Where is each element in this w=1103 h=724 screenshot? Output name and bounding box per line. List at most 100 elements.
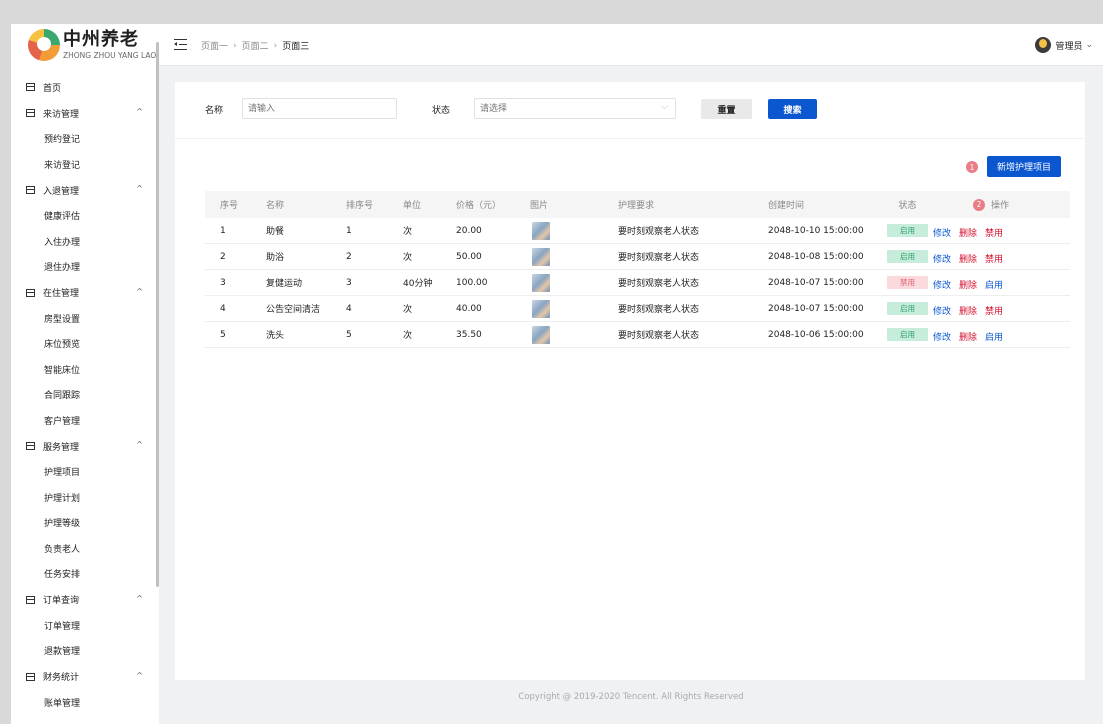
- sidebar-subitem[interactable]: 健康评估: [11, 203, 159, 229]
- delete-link[interactable]: 删除: [959, 330, 977, 343]
- sidebar-item-section-3[interactable]: 在住管理 ^: [11, 280, 159, 306]
- logo-mark-icon: [28, 29, 60, 61]
- delete-link[interactable]: 删除: [959, 226, 977, 239]
- sidebar-subitem[interactable]: 来访登记: [11, 152, 159, 178]
- edit-link[interactable]: 修改: [933, 304, 951, 317]
- status-filter-select[interactable]: [474, 98, 676, 119]
- toggle-status-link[interactable]: 启用: [985, 278, 1003, 291]
- delete-link[interactable]: 删除: [959, 252, 977, 265]
- cell-order: 4: [346, 303, 352, 314]
- chevron-up-icon[interactable]: ^: [136, 440, 143, 449]
- cell-req: 要时刻观察老人状态: [618, 331, 700, 341]
- sidebar-item-section-0[interactable]: 首页: [11, 74, 159, 100]
- cell-status: 启用: [887, 322, 928, 347]
- care-item-photo[interactable]: [532, 299, 550, 318]
- brand-subtitle: ZHONG ZHOU YANG LAO: [63, 51, 157, 60]
- cell-req: 要时刻观察老人状态: [618, 305, 700, 315]
- column-header: 价格（元）: [456, 201, 502, 211]
- add-care-item-button[interactable]: 新增护理项目: [987, 156, 1061, 177]
- sidebar-subitem[interactable]: 合同跟踪: [11, 382, 159, 408]
- cell-actions: 修改 删除 禁用: [933, 296, 1011, 321]
- edit-link[interactable]: 修改: [933, 330, 951, 343]
- cell-unit: 次: [403, 253, 413, 263]
- sidebar-subitem[interactable]: 护理计划: [11, 485, 159, 511]
- step-badge-2: 2: [973, 198, 985, 211]
- sidebar-subitem[interactable]: 护理项目: [11, 459, 159, 485]
- cell-price: 50.00: [456, 251, 482, 262]
- sidebar-subitem[interactable]: 负责老人: [11, 536, 159, 562]
- sidebar-subitem[interactable]: 预约登记: [11, 126, 159, 152]
- cell-price: 100.00: [456, 277, 488, 288]
- cell-no: 4: [220, 303, 226, 314]
- sidebar: 中州养老 ZHONG ZHOU YANG LAO 首页来访管理 ^ 预约登记 来访登记…: [11, 24, 159, 724]
- care-item-photo[interactable]: [532, 221, 550, 240]
- cell-name: 洗头: [266, 331, 285, 341]
- toggle-status-link[interactable]: 禁用: [985, 252, 1003, 265]
- sidebar-item-section-1[interactable]: 来访管理 ^: [11, 100, 159, 126]
- edit-link[interactable]: 修改: [933, 278, 951, 291]
- sidebar-subitem[interactable]: 护理等级: [11, 510, 159, 536]
- sidebar-subitem[interactable]: 房型设置: [11, 306, 159, 332]
- menu-list-icon: [26, 672, 35, 681]
- toggle-status-link[interactable]: 禁用: [985, 226, 1003, 239]
- brand-logo[interactable]: 中州养老 ZHONG ZHOU YANG LAO: [11, 24, 159, 66]
- breadcrumb-separator-icon: ›: [233, 40, 237, 51]
- sidebar-subitem[interactable]: 订单管理: [11, 613, 159, 639]
- content-card: 名称 状态 ⌵ 重置 搜索 1 新增护理项目 序号名称排序号单位价格（元）图片护…: [175, 82, 1085, 680]
- sidebar-item-section-5[interactable]: 订单查询 ^: [11, 587, 159, 613]
- chevron-up-icon[interactable]: ^: [136, 594, 143, 603]
- cell-image: [532, 244, 550, 269]
- user-menu[interactable]: 管理员 ⌄: [1035, 37, 1093, 53]
- edit-link[interactable]: 修改: [933, 226, 951, 239]
- cell-image: [532, 296, 550, 321]
- column-header: 序号: [220, 201, 239, 211]
- sidebar-subitem[interactable]: 账单管理: [11, 690, 159, 716]
- care-item-photo[interactable]: [532, 325, 550, 344]
- sidebar-item-label: 入退管理: [43, 186, 80, 197]
- chevron-up-icon[interactable]: ^: [136, 287, 143, 296]
- sidebar-subitem[interactable]: 智能床位: [11, 357, 159, 383]
- sidebar-subitem[interactable]: 客户管理: [11, 408, 159, 434]
- chevron-up-icon[interactable]: ^: [136, 184, 143, 193]
- reset-button[interactable]: 重置: [701, 99, 752, 119]
- chevron-up-icon[interactable]: ^: [136, 107, 143, 116]
- care-item-photo[interactable]: [532, 273, 550, 292]
- table-body: 1 助餐 1 次 20.00 要时刻观察老人状态 2048-10-10 15:00:00 启用…: [205, 218, 1070, 348]
- cell-status: 启用: [887, 296, 928, 321]
- sidebar-item-label: 在住管理: [43, 289, 80, 299]
- breadcrumb-item-2[interactable]: 页面二: [242, 39, 269, 52]
- sidebar-subitem[interactable]: 退住办理: [11, 254, 159, 280]
- sidebar-subitem[interactable]: 入住办理: [11, 229, 159, 255]
- menu-list-icon: [26, 595, 35, 604]
- sidebar-subitem[interactable]: 床位预览: [11, 331, 159, 357]
- sidebar-item-label: 来访管理: [43, 109, 80, 120]
- menu-fold-icon[interactable]: [174, 39, 188, 50]
- name-filter-input[interactable]: [242, 98, 397, 119]
- sidebar-item-section-2[interactable]: 入退管理 ^: [11, 177, 159, 203]
- sidebar-scrollbar[interactable]: [156, 42, 159, 587]
- sidebar-item-section-4[interactable]: 服务管理 ^: [11, 433, 159, 459]
- cell-no: 2: [220, 251, 226, 262]
- delete-link[interactable]: 删除: [959, 304, 977, 317]
- cell-req: 要时刻观察老人状态: [618, 279, 700, 289]
- toggle-status-link[interactable]: 启用: [985, 330, 1003, 343]
- delete-link[interactable]: 删除: [959, 278, 977, 291]
- cell-actions: 修改 删除 禁用: [933, 218, 1011, 243]
- cell-image: [532, 270, 550, 295]
- toggle-status-link[interactable]: 禁用: [985, 304, 1003, 317]
- cell-order: 5: [346, 329, 352, 340]
- sidebar-item-label: 首页: [43, 83, 62, 94]
- sidebar-subitem[interactable]: 退款管理: [11, 638, 159, 664]
- sidebar-subitem[interactable]: 任务安排: [11, 561, 159, 587]
- edit-link[interactable]: 修改: [933, 252, 951, 265]
- search-button[interactable]: 搜索: [768, 99, 817, 119]
- table-row: 4 公告空间清洁 4 次 40.00 要时刻观察老人状态 2048-10-07 15:00:…: [205, 296, 1070, 322]
- step-badge-1: 1: [966, 161, 978, 173]
- cell-image: [532, 322, 550, 347]
- care-item-photo[interactable]: [532, 247, 550, 266]
- sidebar-item-section-6[interactable]: 财务统计 ^: [11, 664, 159, 690]
- breadcrumb-item-1[interactable]: 页面一: [201, 39, 228, 52]
- cell-actions: 修改 删除 禁用: [933, 244, 1011, 269]
- table-row: 5 洗头 5 次 35.50 要时刻观察老人状态 2048-10-06 15:00:00 启用…: [205, 322, 1070, 348]
- chevron-up-icon[interactable]: ^: [136, 671, 143, 680]
